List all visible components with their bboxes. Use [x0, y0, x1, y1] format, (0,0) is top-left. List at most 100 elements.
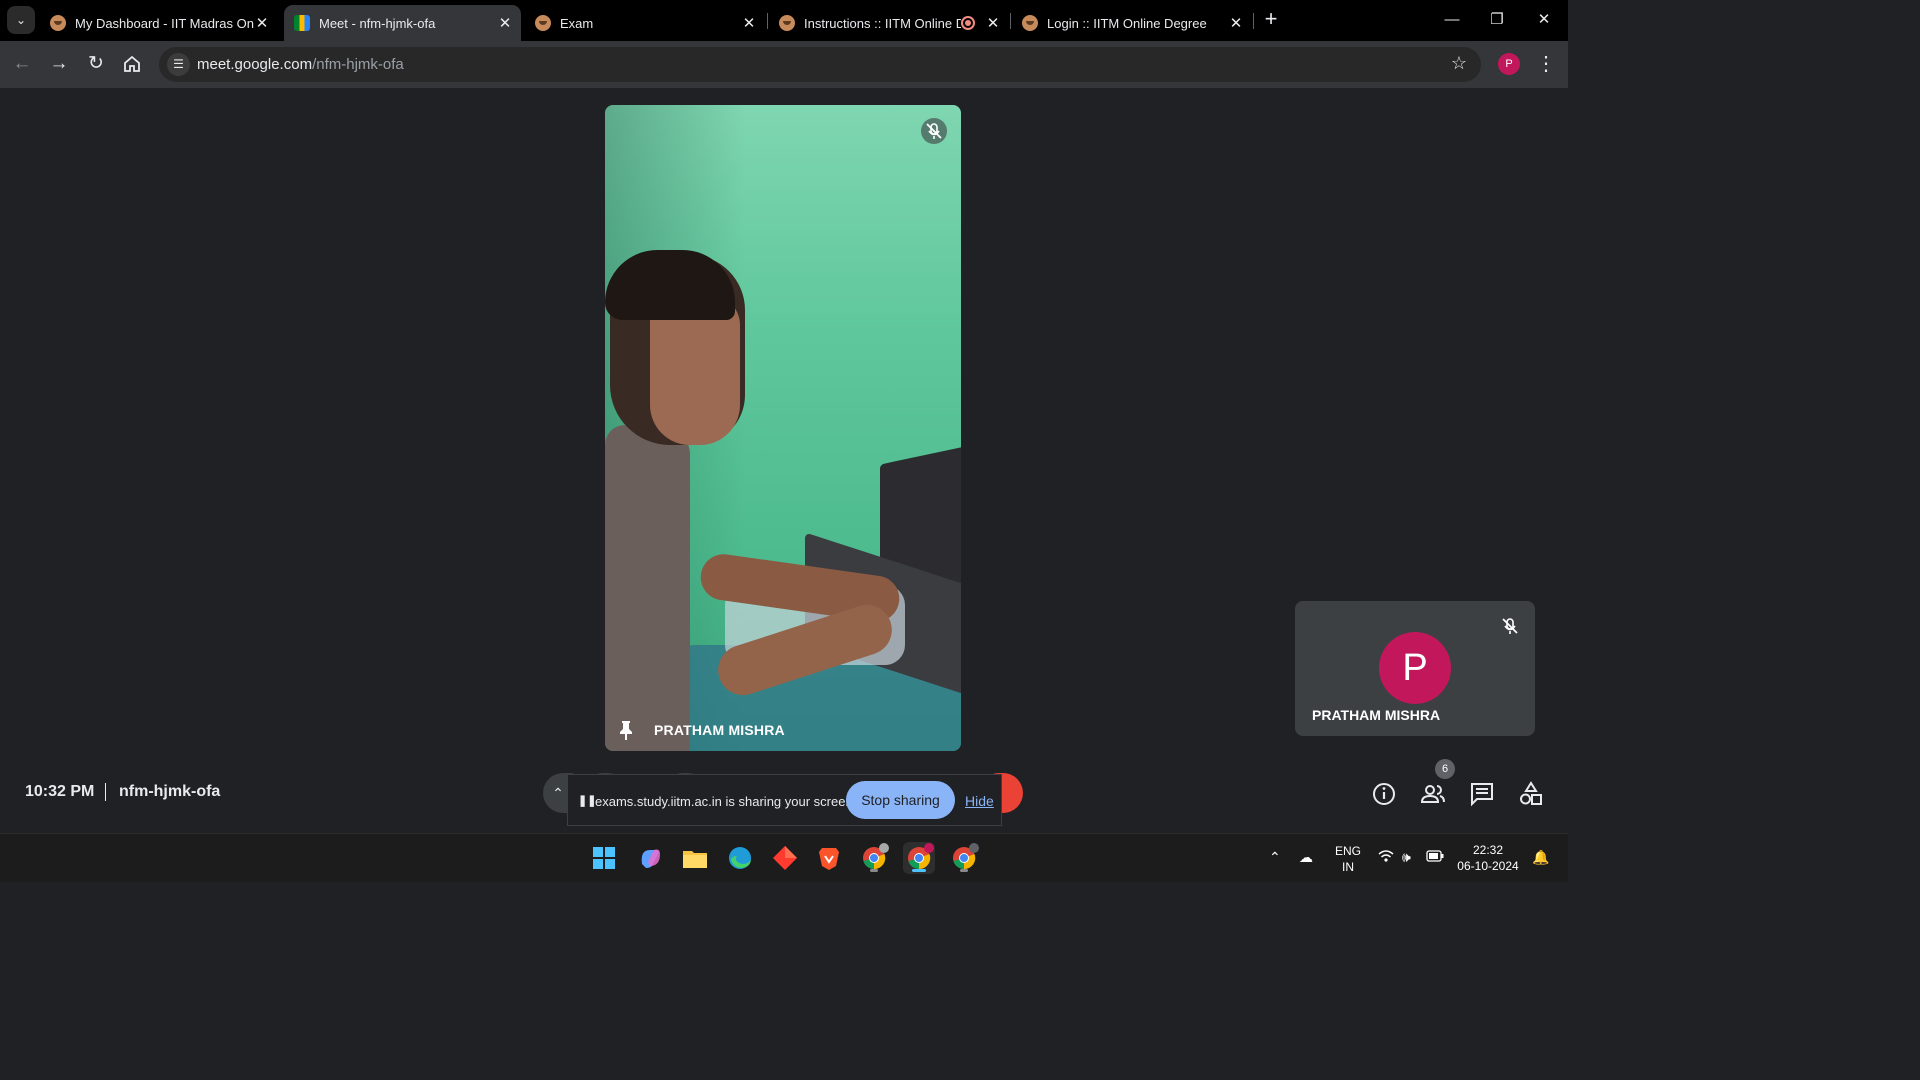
self-view-tile[interactable]: P PRATHAM MISHRA [1295, 601, 1535, 736]
language-indicator[interactable]: ENG IN [1333, 843, 1363, 875]
pin-icon[interactable] [617, 719, 635, 741]
windows-start-icon[interactable] [588, 842, 620, 874]
close-icon[interactable]: ✕ [985, 14, 1001, 32]
divider [105, 783, 106, 801]
bookmark-star-icon[interactable]: ☆ [1451, 53, 1467, 74]
home-icon [124, 55, 140, 72]
people-button[interactable] [1419, 780, 1447, 808]
participant-name: PRATHAM MISHRA [654, 722, 785, 738]
browser-toolbar: ← → ↻ ☰ meet.google.com/nfm-hjmk-ofa ☆ P… [0, 41, 1568, 88]
activities-button[interactable] [1517, 780, 1545, 808]
wifi-icon[interactable] [1378, 849, 1394, 866]
tab-instructions[interactable]: Instructions :: IITM Online D ✕ [769, 5, 1009, 41]
site-settings-icon[interactable]: ☰ [167, 53, 190, 76]
volume-icon[interactable]: 🕪 [1402, 849, 1411, 866]
tab-meet[interactable]: Meet - nfm-hjmk-ofa ✕ [284, 5, 521, 41]
meet-control-bar: 10:32 PM nfm-hjmk-ofa ⌃ ❚❚ exams.study.i… [0, 760, 1568, 832]
system-clock[interactable]: 22:32 06-10-2024 [1452, 842, 1524, 874]
stop-sharing-button[interactable]: Stop sharing [846, 781, 955, 819]
share-banner-text: exams.study.iitm.ac.in is sharing your s… [595, 794, 857, 809]
url-text: meet.google.com/nfm-hjmk-ofa [197, 56, 404, 73]
more-menu-icon[interactable]: ⋮ [1536, 51, 1556, 77]
recording-icon [961, 16, 975, 30]
tab-strip: ⌄ My Dashboard - IIT Madras Onl ✕ Meet -… [0, 0, 1568, 41]
tab-title: Instructions :: IITM Online D [804, 15, 961, 31]
copilot-icon[interactable] [634, 842, 666, 874]
profile-avatar[interactable]: P [1498, 53, 1520, 75]
chrome-profile-p-icon[interactable] [903, 842, 935, 874]
running-indicator [960, 869, 968, 872]
close-icon[interactable]: ✕ [254, 14, 270, 32]
iitm-face-icon [779, 15, 795, 31]
minimize-button[interactable]: — [1440, 8, 1464, 32]
tab-exam[interactable]: Exam ✕ [525, 5, 765, 41]
battery-icon[interactable] [1426, 849, 1444, 865]
screen-share-banner: ❚❚ exams.study.iitm.ac.in is sharing you… [567, 774, 1002, 826]
address-bar[interactable]: ☰ meet.google.com/nfm-hjmk-ofa ☆ [159, 47, 1481, 82]
tab-my-dashboard[interactable]: My Dashboard - IIT Madras Onl ✕ [40, 5, 278, 41]
close-icon: ✕ [1537, 11, 1551, 28]
system-date: 06-10-2024 [1457, 859, 1519, 873]
main-video-tile[interactable] [605, 105, 961, 751]
restore-icon: ❐ [1490, 11, 1504, 28]
close-window-button[interactable]: ✕ [1532, 8, 1556, 32]
reload-button[interactable]: ↻ [83, 51, 109, 77]
tab-search-button[interactable]: ⌄ [7, 6, 35, 34]
ad-app-icon[interactable] [769, 842, 801, 874]
region-code: IN [1342, 860, 1354, 874]
chat-icon [1471, 783, 1493, 807]
meeting-details-button[interactable] [1370, 780, 1398, 808]
google-meet-icon [294, 15, 310, 31]
hide-banner-link[interactable]: Hide [965, 793, 994, 809]
meeting-code: nfm-hjmk-ofa [119, 783, 221, 800]
activities-icon [1520, 781, 1542, 805]
close-icon[interactable]: ✕ [741, 14, 757, 32]
chevron-up-icon[interactable]: ⌃ [1269, 849, 1281, 866]
edge-icon[interactable] [724, 842, 756, 874]
tab-divider [767, 13, 768, 29]
tab-divider [1010, 13, 1011, 29]
pause-icon: ❚❚ [578, 795, 597, 807]
meeting-clock: 10:32 PM [25, 783, 95, 800]
tab-divider [1253, 13, 1254, 29]
minimize-icon: — [1444, 11, 1460, 28]
mic-off-icon [1497, 613, 1523, 639]
tab-title: Login :: IITM Online Degree [1047, 15, 1207, 31]
arrow-right-icon: → [49, 53, 69, 74]
system-time: 22:32 [1472, 843, 1504, 857]
tab-login[interactable]: Login :: IITM Online Degree ✕ [1012, 5, 1252, 41]
tab-title: Exam [560, 15, 594, 31]
onedrive-icon[interactable]: ☁ [1299, 849, 1313, 866]
plus-icon: + [1264, 6, 1278, 31]
close-icon[interactable]: ✕ [497, 14, 513, 32]
tab-title: Meet - nfm-hjmk-ofa [319, 15, 436, 31]
people-icon [1420, 785, 1445, 803]
chrome-profile-p2-icon[interactable] [948, 842, 980, 874]
chevron-up-icon: ⌃ [552, 785, 564, 801]
notification-bell-icon[interactable]: 🔔 [1532, 849, 1549, 866]
info-icon [1373, 783, 1395, 805]
iitm-face-icon [535, 15, 551, 31]
running-indicator [870, 869, 878, 872]
restore-button[interactable]: ❐ [1485, 8, 1509, 32]
forward-button[interactable]: → [46, 51, 72, 77]
new-tab-button[interactable]: + [1259, 8, 1283, 32]
chrome-icon[interactable] [858, 842, 890, 874]
mic-off-icon [921, 118, 947, 144]
active-indicator [912, 869, 926, 872]
arrow-left-icon: ← [12, 53, 32, 74]
participants-count-badge: 6 [1435, 759, 1455, 779]
windows-taskbar: ⌃ ☁ ENG IN 🕪 22:32 06-10-2024 🔔 [0, 833, 1568, 882]
chat-button[interactable] [1468, 780, 1496, 808]
self-participant-name: PRATHAM MISHRA [1312, 707, 1441, 723]
back-button[interactable]: ← [9, 51, 35, 77]
close-icon[interactable]: ✕ [1228, 14, 1244, 32]
brave-icon[interactable] [813, 842, 845, 874]
iitm-face-icon [50, 15, 66, 31]
file-explorer-icon[interactable] [679, 842, 711, 874]
video-feed [605, 425, 690, 751]
home-button[interactable] [119, 51, 145, 77]
tab-title: My Dashboard - IIT Madras Onl [75, 15, 254, 31]
iitm-face-icon [1022, 15, 1038, 31]
language-code: ENG [1334, 844, 1361, 858]
